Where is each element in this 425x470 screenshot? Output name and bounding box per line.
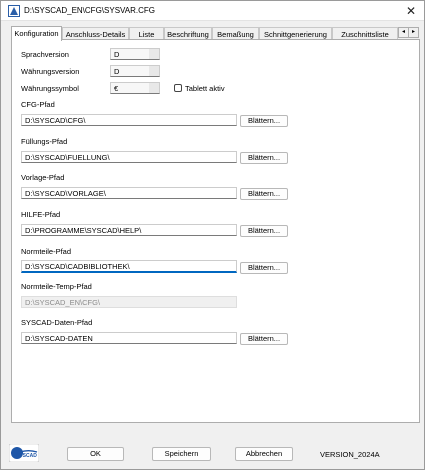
normteile-pfad-browse-button[interactable]: Blättern... [240,262,288,274]
konfiguration-panel: Sprachversion D Währungsversion D Währun… [11,39,420,423]
normteile-temp-pfad-label: Normteile-Temp-Pfad [21,282,92,291]
input-stub [149,66,159,76]
chevron-left-icon: ◂ [401,29,405,35]
hilfe-pfad-label: HILFE-Pfad [21,210,61,219]
syscad-daten-pfad-browse-button[interactable]: Blättern... [240,333,288,345]
input-stub [149,49,159,59]
syscad-daten-pfad-label: SYSCAD-Daten-Pfad [21,318,93,327]
hilfe-pfad-browse-button[interactable]: Blättern... [240,225,288,237]
vorlage-pfad-browse-button[interactable]: Blättern... [240,188,288,200]
cfg-pfad-input[interactable]: D:\SYSCAD\CFG\ [21,114,237,126]
fuellungs-pfad-input[interactable]: D:\SYSCAD\FUELLUNG\ [21,151,237,163]
cancel-button[interactable]: Abbrechen [235,447,293,461]
sprachversion-input[interactable]: D [110,48,160,60]
waehrungssymbol-label: Währungssymbol [21,84,79,93]
waehrungssymbol-input[interactable]: € [110,82,160,94]
close-button[interactable]: ✕ [402,3,420,19]
tablett-aktiv-checkbox[interactable] [174,84,182,92]
cfg-pfad-browse-button[interactable]: Blättern... [240,115,288,127]
waehrungsversion-label: Währungsversion [21,67,80,76]
close-icon: ✕ [405,4,417,18]
normteile-pfad-label: Normteile-Pfad [21,247,72,256]
input-stub [149,83,159,93]
vorlage-pfad-label: Vorlage-Pfad [21,173,65,182]
tab-strip: Konfiguration Anschluss-Details Liste Be… [11,26,421,41]
cfg-pfad-label: CFG-Pfad [21,100,55,109]
sprachversion-label: Sprachversion [21,50,69,59]
fuellungs-pfad-label: Füllungs-Pfad [21,137,68,146]
normteile-temp-pfad-input: D:\SYSCAD_EN\CFG\ [21,296,237,308]
save-button[interactable]: Speichern [152,447,211,461]
version-label: VERSION_2024A [320,450,380,459]
window-title: D:\SYSCAD_EN\CFG\SYSVAR.CFG [24,6,155,15]
syscad-daten-pfad-input[interactable]: D:\SYSCAD-DATEN [21,332,237,344]
dialog-window: D:\SYSCAD_EN\CFG\SYSVAR.CFG ✕ Konfigurat… [0,0,425,470]
syscad-logo: SYSCAD [9,444,39,462]
tab-konfiguration[interactable]: Konfiguration [11,26,62,41]
vorlage-pfad-input[interactable]: D:\SYSCAD\VORLAGE\ [21,187,237,199]
ok-button[interactable]: OK [67,447,124,461]
chevron-right-icon: ▸ [411,29,415,35]
tablett-aktiv-label: Tablett aktiv [185,84,225,93]
fuellungs-pfad-browse-button[interactable]: Blättern... [240,152,288,164]
tab-scroll-right-button[interactable]: ▸ [408,27,419,38]
hilfe-pfad-input[interactable]: D:\PROGRAMME\SYSCAD\HELP\ [21,224,237,236]
logo-text: SYSCAD [16,453,37,459]
normteile-pfad-input[interactable]: D:\SYSCAD\CADBIBLIOTHEK\ [21,260,237,273]
title-bar: D:\SYSCAD_EN\CFG\SYSVAR.CFG ✕ [1,1,424,21]
syscad-app-icon [8,5,20,17]
waehrungsversion-input[interactable]: D [110,65,160,77]
